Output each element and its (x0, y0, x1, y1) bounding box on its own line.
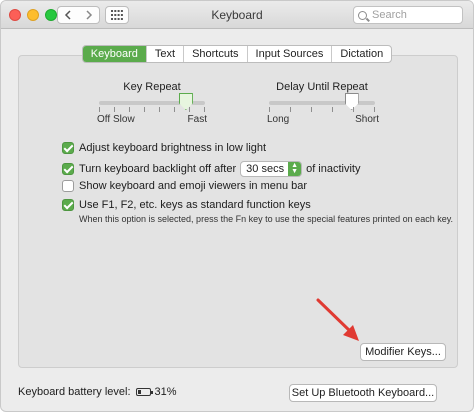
viewers-checkbox[interactable] (62, 180, 74, 192)
backlight-timeout-select[interactable]: 30 secs ▲ ▼ (240, 161, 303, 177)
brightness-label: Adjust keyboard brightness in low light (79, 142, 267, 154)
key-repeat-slider[interactable] (99, 93, 205, 110)
arrow-pointer-icon (316, 298, 359, 341)
slider-tick (159, 107, 160, 112)
battery-percent: 31% (154, 386, 177, 398)
backlight-checkbox[interactable] (62, 163, 74, 175)
key-repeat-label: Key Repeat (123, 81, 181, 93)
slider-tick (332, 107, 333, 112)
modifier-keys-button[interactable]: Modifier Keys... (360, 343, 446, 361)
slider-tick (114, 107, 115, 112)
slider-tick (374, 107, 375, 112)
tab-text[interactable]: Text (145, 46, 183, 62)
slider-tick (99, 107, 100, 112)
tab-keyboard[interactable]: Keyboard (82, 46, 146, 62)
backlight-timeout-value: 30 secs (246, 163, 285, 175)
battery-status: Keyboard battery level: 31% (18, 386, 177, 398)
tab-bar: Keyboard Text Shortcuts Input Sources Di… (81, 45, 393, 63)
slider-tick (311, 107, 312, 112)
delay-repeat-label: Delay Until Repeat (276, 81, 368, 93)
preferences-window: Keyboard Search Keyboard Text Shortcuts … (0, 0, 474, 412)
title-bar: Keyboard Search (1, 1, 473, 29)
key-repeat-fast: Fast (187, 114, 207, 125)
delay-repeat-slider[interactable] (269, 93, 375, 110)
slider-tick (204, 107, 205, 112)
fn-keys-hint: When this option is selected, press the … (79, 214, 454, 224)
tab-shortcuts[interactable]: Shortcuts (183, 46, 246, 62)
slider-tick (290, 107, 291, 112)
delay-repeat-short: Short (355, 114, 379, 125)
delay-repeat-ticks (269, 107, 375, 113)
viewers-row[interactable]: Show keyboard and emoji viewers in menu … (62, 180, 307, 192)
key-repeat-group: Key Repeat Off Slow Fast (97, 81, 207, 126)
key-repeat-off: Off (97, 114, 111, 125)
select-stepper-icon: ▲ ▼ (288, 162, 302, 176)
slider-tick (189, 107, 190, 112)
fn-keys-label: Use F1, F2, etc. keys as standard functi… (79, 199, 311, 211)
content-panel (18, 55, 458, 368)
viewers-label: Show keyboard and emoji viewers in menu … (79, 180, 308, 192)
slider-tick (174, 107, 175, 112)
slider-tick (269, 107, 270, 112)
brightness-row[interactable]: Adjust keyboard brightness in low light (62, 142, 266, 154)
fn-keys-checkbox[interactable] (62, 199, 74, 211)
battery-fill (137, 390, 141, 394)
backlight-label-after: of inactivity (306, 163, 361, 175)
backlight-label-before: Turn keyboard backlight off after (79, 163, 237, 175)
fn-keys-row[interactable]: Use F1, F2, etc. keys as standard functi… (62, 199, 311, 211)
key-repeat-slow: Slow (113, 114, 135, 125)
slider-tick (129, 107, 130, 112)
delay-repeat-long: Long (267, 114, 290, 125)
tab-input-sources[interactable]: Input Sources (246, 46, 332, 62)
battery-label: Keyboard battery level: (18, 386, 131, 398)
search-field[interactable]: Search (353, 6, 463, 24)
brightness-checkbox[interactable] (62, 142, 74, 154)
setup-bluetooth-button[interactable]: Set Up Bluetooth Keyboard... (289, 384, 437, 402)
slider-tick (144, 107, 145, 112)
tab-dictation[interactable]: Dictation (331, 46, 391, 62)
backlight-row[interactable]: Turn keyboard backlight off after 30 sec… (62, 161, 361, 177)
key-repeat-ticks (99, 107, 205, 113)
search-icon (358, 10, 367, 20)
delay-repeat-ends: Long Short (267, 114, 379, 126)
tab-bar-wrapper: Keyboard Text Shortcuts Input Sources Di… (1, 45, 473, 63)
slider-tick (353, 107, 354, 112)
key-repeat-ends: Off Slow Fast (97, 114, 207, 126)
battery-icon (135, 388, 153, 396)
delay-repeat-group: Delay Until Repeat Long Short (267, 81, 379, 126)
search-placeholder: Search (372, 9, 407, 21)
